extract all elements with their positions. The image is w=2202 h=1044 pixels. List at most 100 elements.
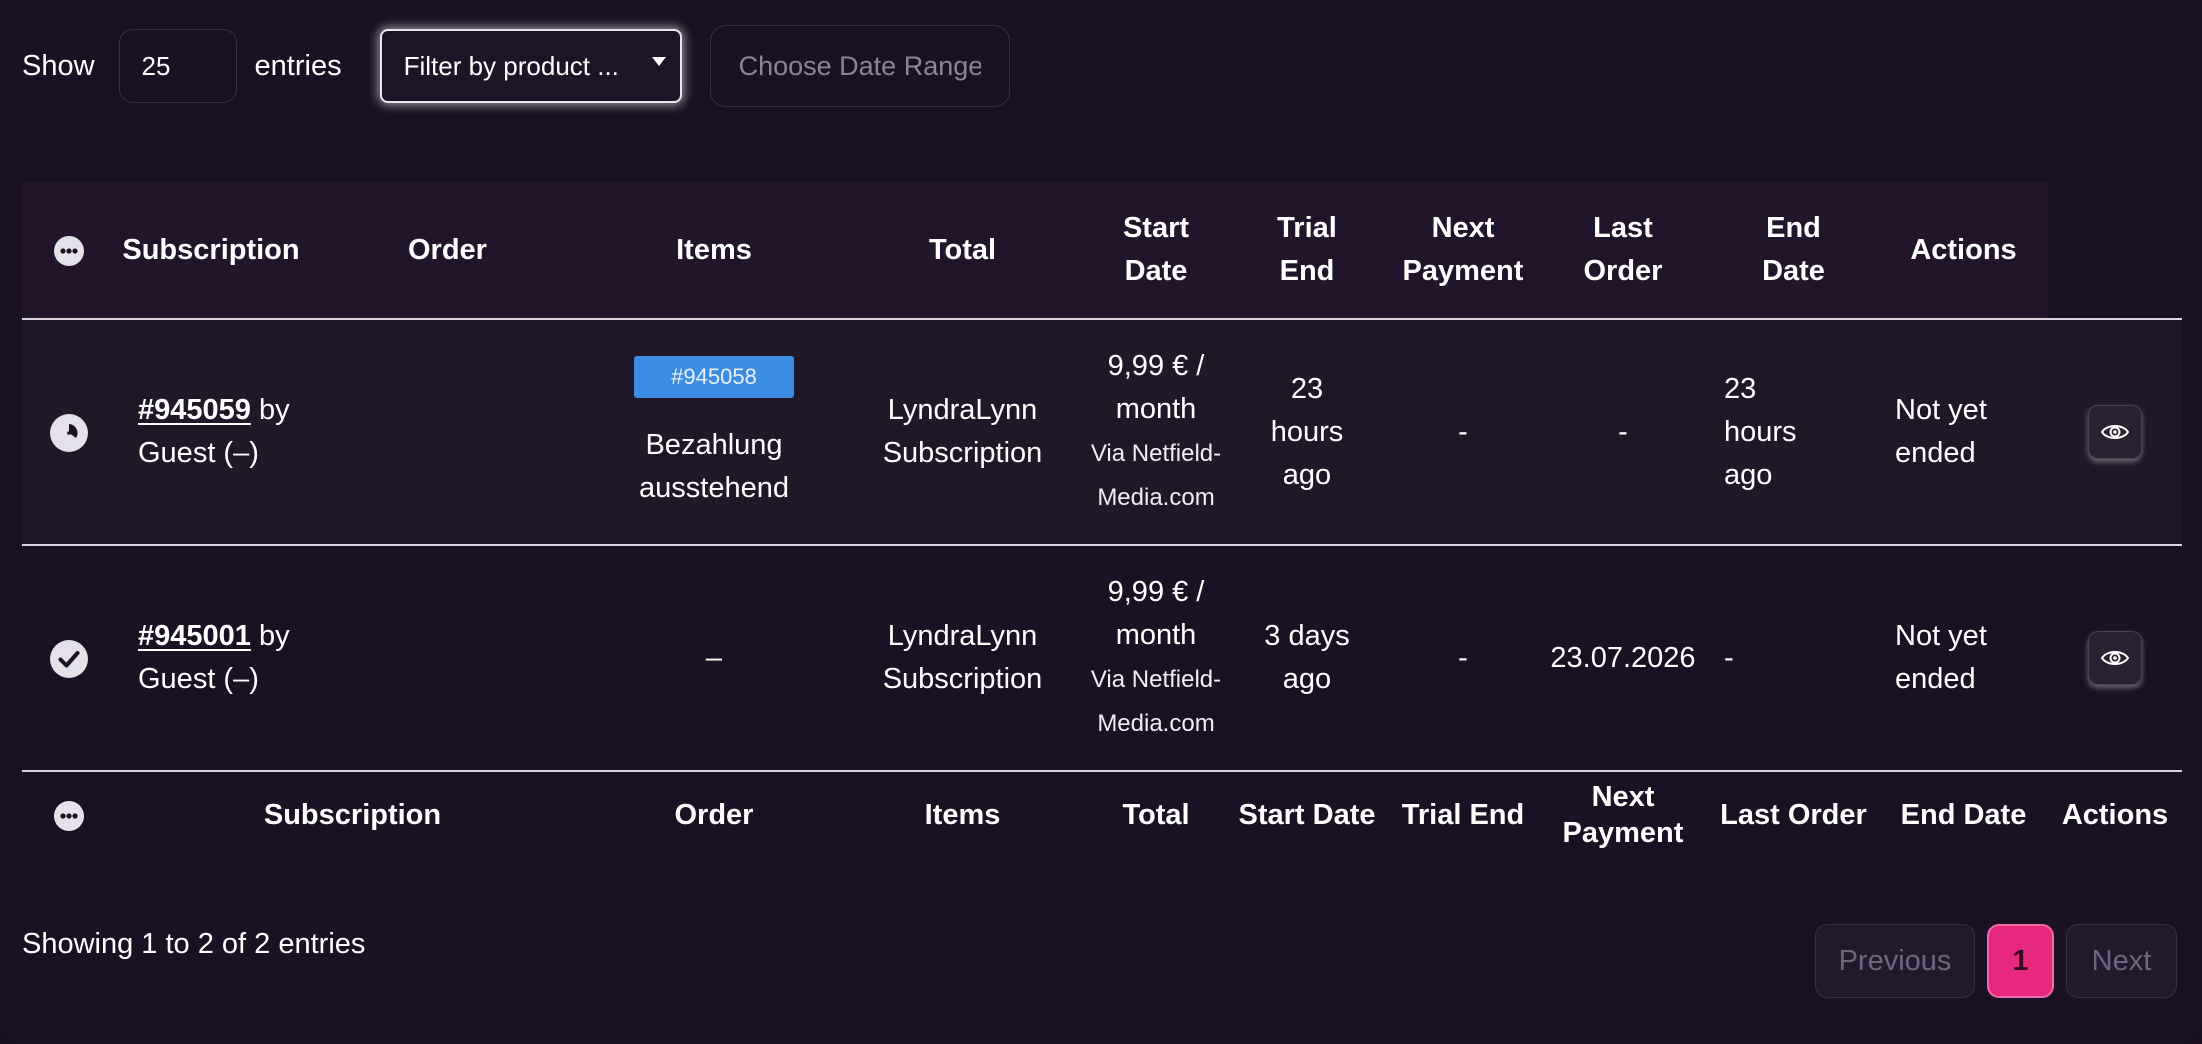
view-button[interactable] [2088, 631, 2142, 685]
table-controls: Show entries Filter by product ... [22, 25, 1010, 107]
header-total[interactable]: Total [839, 182, 1086, 319]
end-date-cell: Not yet ended [1879, 545, 2048, 771]
footer-items: Items [924, 799, 1001, 831]
start-line2: ago [1282, 663, 1332, 695]
table-row: #945001 by Guest (–) – LyndraLynn Subscr… [22, 545, 2182, 771]
footer-end-date: End Date [1900, 799, 2027, 831]
header-trial-end-l2: End [1279, 255, 1335, 287]
header-start-date[interactable]: Start Date [1086, 182, 1226, 319]
header-start-date-l2: Date [1124, 255, 1188, 287]
items-cell: LyndraLynn Subscription [839, 319, 1086, 545]
check-icon [50, 639, 88, 678]
more-options-icon[interactable] [54, 801, 84, 832]
subscription-link[interactable]: #945001 [138, 620, 251, 652]
last-order-cell: - [1724, 641, 1734, 674]
via-line1: Via Netfield- [1090, 666, 1222, 693]
total-line1: 9,99 € / [1107, 350, 1205, 382]
show-label: Show [22, 49, 95, 82]
customer-name: Guest (–) [138, 663, 259, 695]
view-button[interactable] [2088, 405, 2142, 459]
table-header-row: Subscription Order Items Total Start Date… [22, 182, 2182, 319]
date-range-input[interactable] [709, 25, 1010, 107]
header-order[interactable]: Order [306, 182, 589, 319]
via-line1: Via Netfield- [1090, 440, 1222, 467]
start-date-cell: 23 hours ago [1226, 319, 1388, 545]
clock-icon [50, 413, 88, 452]
subscriptions-table: Subscription Order Items Total Start Date… [22, 182, 2182, 858]
table-info: Showing 1 to 2 of 2 entries [22, 928, 366, 960]
by-text: by [258, 620, 290, 652]
start-line2: hours [1270, 415, 1344, 448]
header-end-date-l1: End [1766, 212, 1821, 244]
order-cell: #945058 Bezahlung ausstehend [589, 319, 839, 545]
status-cell [22, 319, 116, 545]
header-end-date-l2: Date [1762, 255, 1825, 287]
order-cell: – [705, 641, 723, 674]
page-1-button[interactable]: 1 [1987, 924, 2054, 998]
last-order-line1: 23 [1724, 372, 1757, 405]
header-last-order-l2: Order [1583, 255, 1663, 287]
total-line1: 9,99 € / [1107, 576, 1205, 608]
subscriptions-panel: Show entries Filter by product ... [0, 0, 2202, 1044]
total-cell: 9,99 € / month Via Netfield- Media.com [1086, 319, 1226, 545]
total-cell: 9,99 € / month Via Netfield- Media.com [1086, 545, 1226, 771]
header-start-date-l1: Start [1122, 212, 1190, 244]
next-payment-cell: - [1618, 415, 1628, 448]
order-badge[interactable]: #945058 [634, 356, 794, 398]
customer-name: Guest (–) [138, 437, 259, 469]
end-line2: ended [1895, 663, 1976, 695]
footer-start-date: Start Date [1238, 799, 1376, 831]
next-button[interactable]: Next [2066, 924, 2177, 998]
footer-subscription: Subscription [263, 799, 442, 831]
total-line2: month [1115, 393, 1197, 425]
footer-total: Total [1122, 799, 1190, 831]
header-subscription[interactable]: Subscription [116, 182, 306, 319]
end-line1: Not yet [1895, 620, 1987, 652]
entries-label: entries [254, 49, 342, 82]
header-next-payment-l1: Next [1431, 212, 1495, 244]
header-items[interactable]: Items [589, 182, 839, 319]
header-trial-end[interactable]: Trial End [1226, 182, 1388, 319]
actions-cell [2048, 545, 2182, 771]
footer-actions: Actions [2061, 799, 2169, 831]
actions-cell [2048, 319, 2182, 545]
entries-per-page-input[interactable] [118, 29, 237, 103]
order-status-line2: ausstehend [639, 472, 789, 504]
items-line2: Subscription [882, 437, 1043, 469]
subscription-link[interactable]: #945059 [138, 394, 251, 426]
next-payment-cell: 23.07.2026 [1550, 641, 1696, 674]
last-order-cell: 23 hours ago [1708, 319, 1879, 545]
footer-bulk-actions[interactable] [22, 771, 116, 858]
header-last-order-l1: Last [1593, 212, 1653, 244]
by-text: by [258, 394, 290, 426]
chevron-down-icon [651, 57, 666, 66]
end-line1: Not yet [1895, 394, 1987, 426]
header-last-order[interactable]: Last Order [1538, 182, 1708, 319]
via-line2: Media.com [1097, 484, 1215, 511]
more-options-icon[interactable] [54, 235, 84, 266]
status-cell [22, 545, 116, 771]
table-footer-row: Subscription Order Items Total Start Dat… [22, 771, 2182, 858]
start-line1: 23 [1290, 372, 1324, 405]
subscription-cell: #945059 by Guest (–) [116, 319, 589, 545]
footer-last-order: Last Order [1720, 799, 1867, 831]
trial-end-cell: - [1458, 415, 1468, 448]
trial-end-cell: - [1458, 641, 1468, 674]
eye-icon [2100, 651, 2130, 665]
header-end-date[interactable]: End Date [1708, 182, 1879, 319]
header-trial-end-l1: Trial [1277, 212, 1337, 244]
header-actions: Actions [1910, 233, 2017, 266]
header-bulk-actions[interactable] [22, 182, 116, 319]
header-next-payment[interactable]: Next Payment [1388, 182, 1538, 319]
start-date-cell: 3 days ago [1226, 545, 1388, 771]
previous-button[interactable]: Previous [1815, 924, 1975, 998]
items-cell: LyndraLynn Subscription [839, 545, 1086, 771]
start-line1: 3 days [1264, 620, 1350, 652]
footer-order: Order [674, 799, 754, 831]
via-line2: Media.com [1097, 710, 1215, 737]
subscription-cell: #945001 by Guest (–) [116, 545, 589, 771]
items-line2: Subscription [882, 663, 1043, 695]
end-line2: ended [1895, 437, 1976, 469]
pagination: Previous 1 Next [1815, 924, 2177, 998]
product-filter-select[interactable]: Filter by product ... [379, 29, 682, 103]
